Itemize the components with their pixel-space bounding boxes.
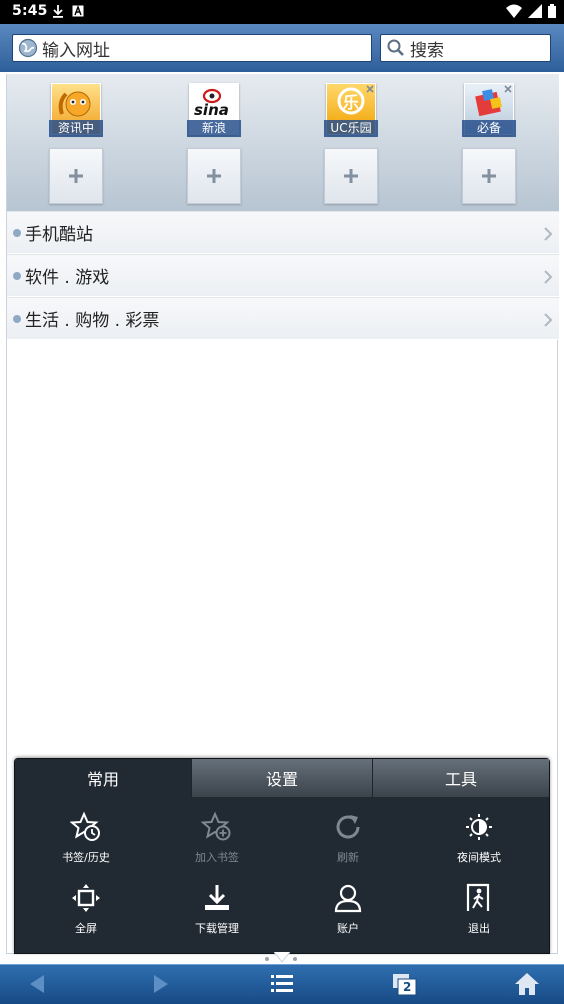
bullet-icon: [13, 228, 21, 237]
globe-icon: [18, 38, 38, 58]
exit-button[interactable]: 退出: [412, 870, 546, 940]
account-icon: [334, 884, 362, 913]
back-icon[interactable]: [26, 972, 48, 996]
add-speed-dial-button[interactable]: [462, 148, 516, 204]
tab-count: 2: [403, 980, 412, 994]
bookmark-history-icon: [70, 811, 100, 841]
plus-icon: [207, 169, 221, 183]
forward-icon[interactable]: [150, 972, 172, 996]
delete-tile-icon[interactable]: [365, 84, 375, 94]
menu-item-label: 书签/历史: [62, 851, 110, 864]
download-icon: [205, 885, 229, 910]
signal-icon: [528, 4, 542, 18]
status-time: 5:45: [12, 3, 48, 19]
wifi-icon: [506, 4, 522, 18]
speed-dial-label: UC乐园: [324, 120, 378, 137]
url-placeholder: 输入网址: [42, 40, 110, 61]
speed-dial-label: 资讯中: [49, 120, 103, 137]
plus-icon: [69, 169, 83, 183]
battery-icon: [548, 4, 556, 18]
menu-item-label: 刷新: [337, 851, 359, 864]
plus-icon: [344, 169, 358, 183]
speed-dial-tile[interactable]: 必备: [462, 81, 516, 137]
svg-text:sina: sina: [194, 101, 229, 119]
add-bookmark-button[interactable]: 加入书签: [150, 799, 284, 869]
speed-dial-label: 必备: [462, 120, 516, 137]
download-manager-button[interactable]: 下载管理: [150, 870, 284, 940]
speed-dial-tile[interactable]: sina 新浪: [187, 81, 241, 137]
search-input[interactable]: 搜索: [380, 34, 551, 62]
speed-dial-label: 新浪: [187, 120, 241, 137]
category-label: 手机酷站: [25, 225, 93, 245]
menu-item-label: 夜间模式: [457, 851, 501, 864]
menu-item-label: 加入书签: [195, 851, 239, 864]
delete-tile-icon[interactable]: [503, 84, 513, 94]
tab-settings[interactable]: 设置: [192, 759, 373, 797]
bookmark-history-button[interactable]: 书签/历史: [19, 799, 153, 869]
bullet-icon: [13, 271, 21, 280]
category-item[interactable]: 手机酷站: [7, 211, 559, 254]
address-bar: 输入网址 搜索: [0, 24, 564, 72]
page-dot: [265, 957, 269, 961]
menu-tabs: 常用 设置 工具: [15, 759, 549, 797]
category-item[interactable]: 生活 . 购物 . 彩票: [7, 297, 559, 340]
chevron-right-icon: [544, 227, 553, 241]
menu-pointer-icon: [274, 952, 290, 963]
category-item[interactable]: 软件 . 游戏: [7, 254, 559, 297]
fullscreen-button[interactable]: 全屏: [19, 870, 153, 940]
chevron-right-icon: [544, 270, 553, 284]
exit-icon: [466, 883, 490, 911]
home-icon[interactable]: [514, 972, 540, 996]
tab-tools[interactable]: 工具: [373, 759, 549, 797]
status-right: [506, 4, 556, 18]
notification-a-icon: [72, 5, 84, 17]
search-placeholder: 搜索: [410, 40, 444, 61]
add-speed-dial-button[interactable]: [49, 148, 103, 204]
menu-list-icon[interactable]: [270, 972, 294, 996]
menu-item-label: 账户: [337, 922, 359, 935]
page-dot: [293, 957, 297, 961]
status-bar: 5:45: [0, 0, 564, 24]
category-label: 生活 . 购物 . 彩票: [25, 311, 160, 331]
refresh-button[interactable]: 刷新: [281, 799, 415, 869]
bullet-icon: [13, 314, 21, 323]
refresh-icon: [336, 815, 360, 839]
chevron-right-icon: [544, 313, 553, 327]
tabs-button[interactable]: 2: [392, 972, 418, 998]
fullscreen-icon: [72, 884, 100, 912]
menu-item-label: 退出: [468, 922, 490, 935]
search-icon: [387, 39, 404, 56]
night-mode-icon: [466, 814, 492, 840]
svg-text:乐: 乐: [343, 93, 359, 112]
add-bookmark-icon: [201, 811, 231, 841]
speed-dial: 资讯中 sina 新浪 乐 UC乐园 必备: [7, 74, 559, 212]
download-status-icon: [53, 5, 63, 18]
tab-common[interactable]: 常用: [15, 759, 192, 797]
url-input[interactable]: 输入网址: [12, 34, 372, 62]
add-speed-dial-button[interactable]: [324, 148, 378, 204]
main-menu-panel: 常用 设置 工具 书签/历史 加入书签 刷新 夜间模式 全屏 下载管理 账户 退…: [14, 758, 550, 954]
account-button[interactable]: 账户: [281, 870, 415, 940]
category-label: 软件 . 游戏: [25, 268, 110, 288]
menu-item-label: 全屏: [75, 922, 97, 935]
menu-item-label: 下载管理: [195, 922, 239, 935]
speed-dial-tile[interactable]: 乐 UC乐园: [324, 81, 378, 137]
add-speed-dial-button[interactable]: [187, 148, 241, 204]
bottom-toolbar: 2: [0, 964, 564, 1004]
night-mode-button[interactable]: 夜间模式: [412, 799, 546, 869]
plus-icon: [482, 169, 496, 183]
speed-dial-tile[interactable]: 资讯中: [49, 81, 103, 137]
